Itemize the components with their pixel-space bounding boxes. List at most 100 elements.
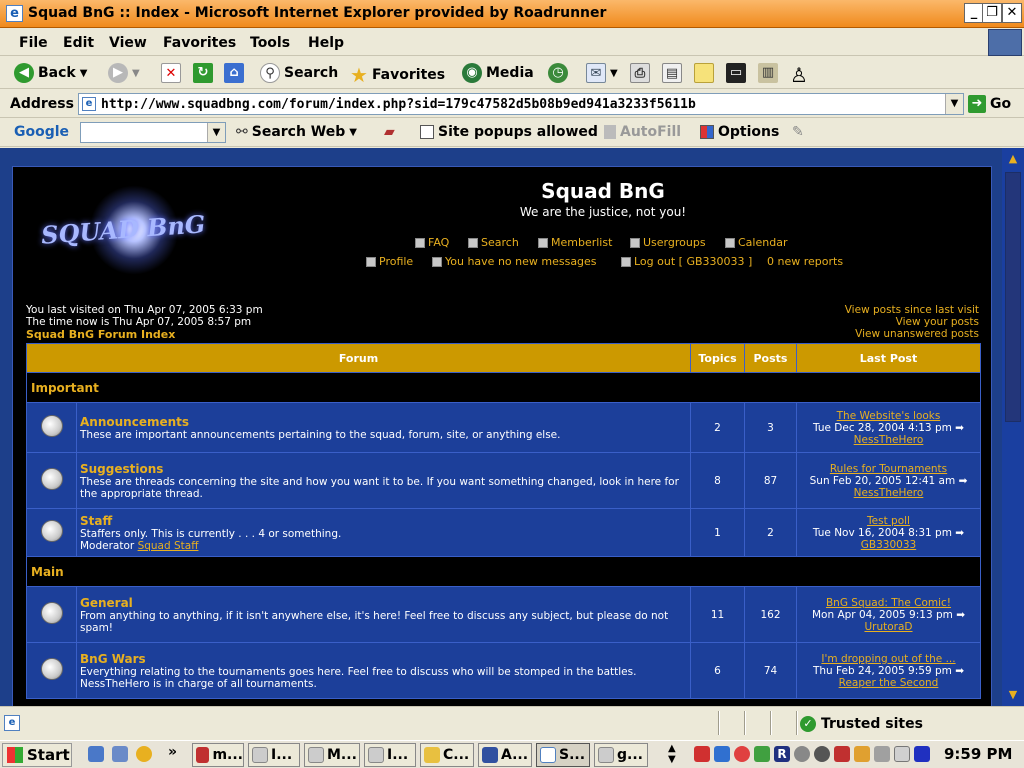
menu-favorites[interactable]: Favorites [163,35,236,51]
highlight-pen-icon[interactable]: ✎ [792,124,804,140]
forum-title-announcements[interactable]: Announcements [80,415,687,429]
latest-post-arrow-icon[interactable]: ➡ [955,475,968,487]
nav-faq[interactable]: FAQ [415,236,449,249]
last-post-title[interactable]: Test poll [797,515,980,527]
quicklaunch-ie-icon[interactable] [88,746,104,762]
tray-app-icon[interactable] [754,746,770,762]
print-button[interactable]: ⎙ [630,63,650,83]
start-button[interactable]: Start [2,743,72,767]
security-zone[interactable]: ✓ Trusted sites [800,716,923,732]
home-button[interactable]: ⌂ [224,63,244,83]
google-search-input[interactable]: ▼ [80,122,226,143]
quicklaunch-outlook-icon[interactable] [112,746,128,762]
tray-app-icon[interactable] [794,746,810,762]
nav-logout[interactable]: Log out [ GB330033 ] [621,255,752,268]
tray-app-icon[interactable] [734,746,750,762]
view-posts-since-last-visit-link[interactable]: View posts since last visit [845,304,979,316]
last-post-user[interactable]: UrutoraD [797,621,980,633]
nav-messages[interactable]: You have no new messages [432,255,597,268]
forum-index-link[interactable]: Squad BnG Forum Index [26,328,175,341]
quicklaunch-chevron[interactable]: » [168,744,177,760]
last-post-title[interactable]: Rules for Tournaments [797,463,980,475]
nav-usergroups[interactable]: Usergroups [630,236,706,249]
view-your-posts-link[interactable]: View your posts [896,316,979,328]
latest-post-arrow-icon[interactable]: ➡ [952,527,964,539]
stop-button[interactable]: ✕ [161,63,181,83]
address-input[interactable]: e http://www.squadbng.com/forum/index.ph… [78,93,964,115]
favorites-button[interactable]: ★ Favorites [350,63,445,87]
options-button[interactable]: Options [700,124,779,140]
nav-calendar[interactable]: Calendar [725,236,787,249]
last-post-title[interactable]: The Website's looks [797,410,980,422]
last-post-user[interactable]: GB330033 [797,539,980,551]
forward-dropdown-icon[interactable]: ▼ [132,68,140,79]
autofill-button[interactable]: AutoFill [604,124,681,140]
google-logo[interactable]: Google [14,124,69,140]
media-button[interactable]: ◉ Media [462,63,534,83]
tray-app-icon[interactable] [834,746,850,762]
forum-title-suggestions[interactable]: Suggestions [80,462,687,476]
nav-profile[interactable]: Profile [366,255,413,268]
nav-memberlist[interactable]: Memberlist [538,236,612,249]
tray-app-icon[interactable] [714,746,730,762]
forum-title-staff[interactable]: Staff [80,514,687,528]
last-post-title[interactable]: I'm dropping out of the ... [797,653,980,665]
task-button[interactable]: A... [478,743,532,767]
user-button[interactable]: ♙ [790,63,808,87]
latest-post-arrow-icon[interactable]: ➡ [953,609,965,621]
go-button[interactable]: ➜ Go [968,95,1011,113]
messenger-button[interactable]: ▭ [726,63,746,83]
category-main[interactable]: Main [26,556,981,587]
tray-app-icon[interactable] [894,746,910,762]
minimize-button[interactable]: _ [964,3,984,23]
history-button[interactable]: ◷ [548,63,568,83]
search-web-button[interactable]: ⚯ Search Web ▼ [236,124,357,140]
latest-post-arrow-icon[interactable]: ➡ [952,665,964,677]
close-button[interactable]: ✕ [1002,3,1022,23]
search-button[interactable]: ⚲ Search [260,63,338,83]
quicklaunch-media-icon[interactable] [136,746,152,762]
menu-tools[interactable]: Tools [250,35,290,51]
address-dropdown-icon[interactable]: ▼ [945,94,963,114]
task-button[interactable]: M... [304,743,360,767]
menu-view[interactable]: View [109,35,147,51]
back-button[interactable]: ◀ Back ▼ [14,63,87,83]
maximize-button[interactable]: ❐ [982,3,1002,23]
menu-edit[interactable]: Edit [63,35,94,51]
forum-title-general[interactable]: General [80,596,687,610]
scroll-thumb[interactable] [1005,172,1021,422]
scroll-up-arrow-icon[interactable]: ▲ [1004,150,1022,168]
vertical-scrollbar[interactable]: ▲ ▼ [1002,148,1024,706]
last-post-user[interactable]: Reaper the Second [797,677,980,689]
search-web-dropdown-icon[interactable]: ▼ [349,127,357,138]
tray-app-icon[interactable] [854,746,870,762]
last-post-user[interactable]: NessTheHero [797,434,980,446]
task-button-active[interactable]: S... [536,743,590,767]
nav-search[interactable]: Search [468,236,519,249]
refresh-button[interactable]: ↻ [193,63,213,83]
last-post-user[interactable]: NessTheHero [797,487,980,499]
forum-title-bng-wars[interactable]: BnG Wars [80,652,687,666]
pagerank-icon[interactable]: ▰ [384,124,395,140]
tray-play-icon[interactable] [914,746,930,762]
back-dropdown-icon[interactable]: ▼ [80,68,88,79]
view-unanswered-posts-link[interactable]: View unanswered posts [855,328,979,340]
nav-reports[interactable]: 0 new reports [767,255,843,268]
menu-help[interactable]: Help [308,35,344,51]
task-button[interactable]: C... [420,743,474,767]
taskbar-scroll-icon[interactable]: ▲ ▼ [668,743,676,765]
google-dropdown-icon[interactable]: ▼ [207,123,225,142]
last-post-title[interactable]: BnG Squad: The Comic! [797,597,980,609]
edit-button[interactable]: ▤ [662,63,682,83]
popup-blocker-button[interactable]: Site popups allowed [420,124,598,140]
discuss-button[interactable] [694,63,714,83]
site-logo[interactable]: SQUAD BnG [40,209,206,249]
menu-file[interactable]: File [19,35,48,51]
task-button[interactable]: I... [248,743,300,767]
forward-button[interactable]: ▶ ▼ [108,63,140,83]
latest-post-arrow-icon[interactable]: ➡ [952,422,964,434]
category-important[interactable]: Important [26,372,981,403]
window-title-bar[interactable]: e Squad BnG :: Index - Microsoft Interne… [0,0,1024,28]
tray-app-icon[interactable] [814,746,830,762]
tray-r-icon[interactable]: R [774,746,790,762]
